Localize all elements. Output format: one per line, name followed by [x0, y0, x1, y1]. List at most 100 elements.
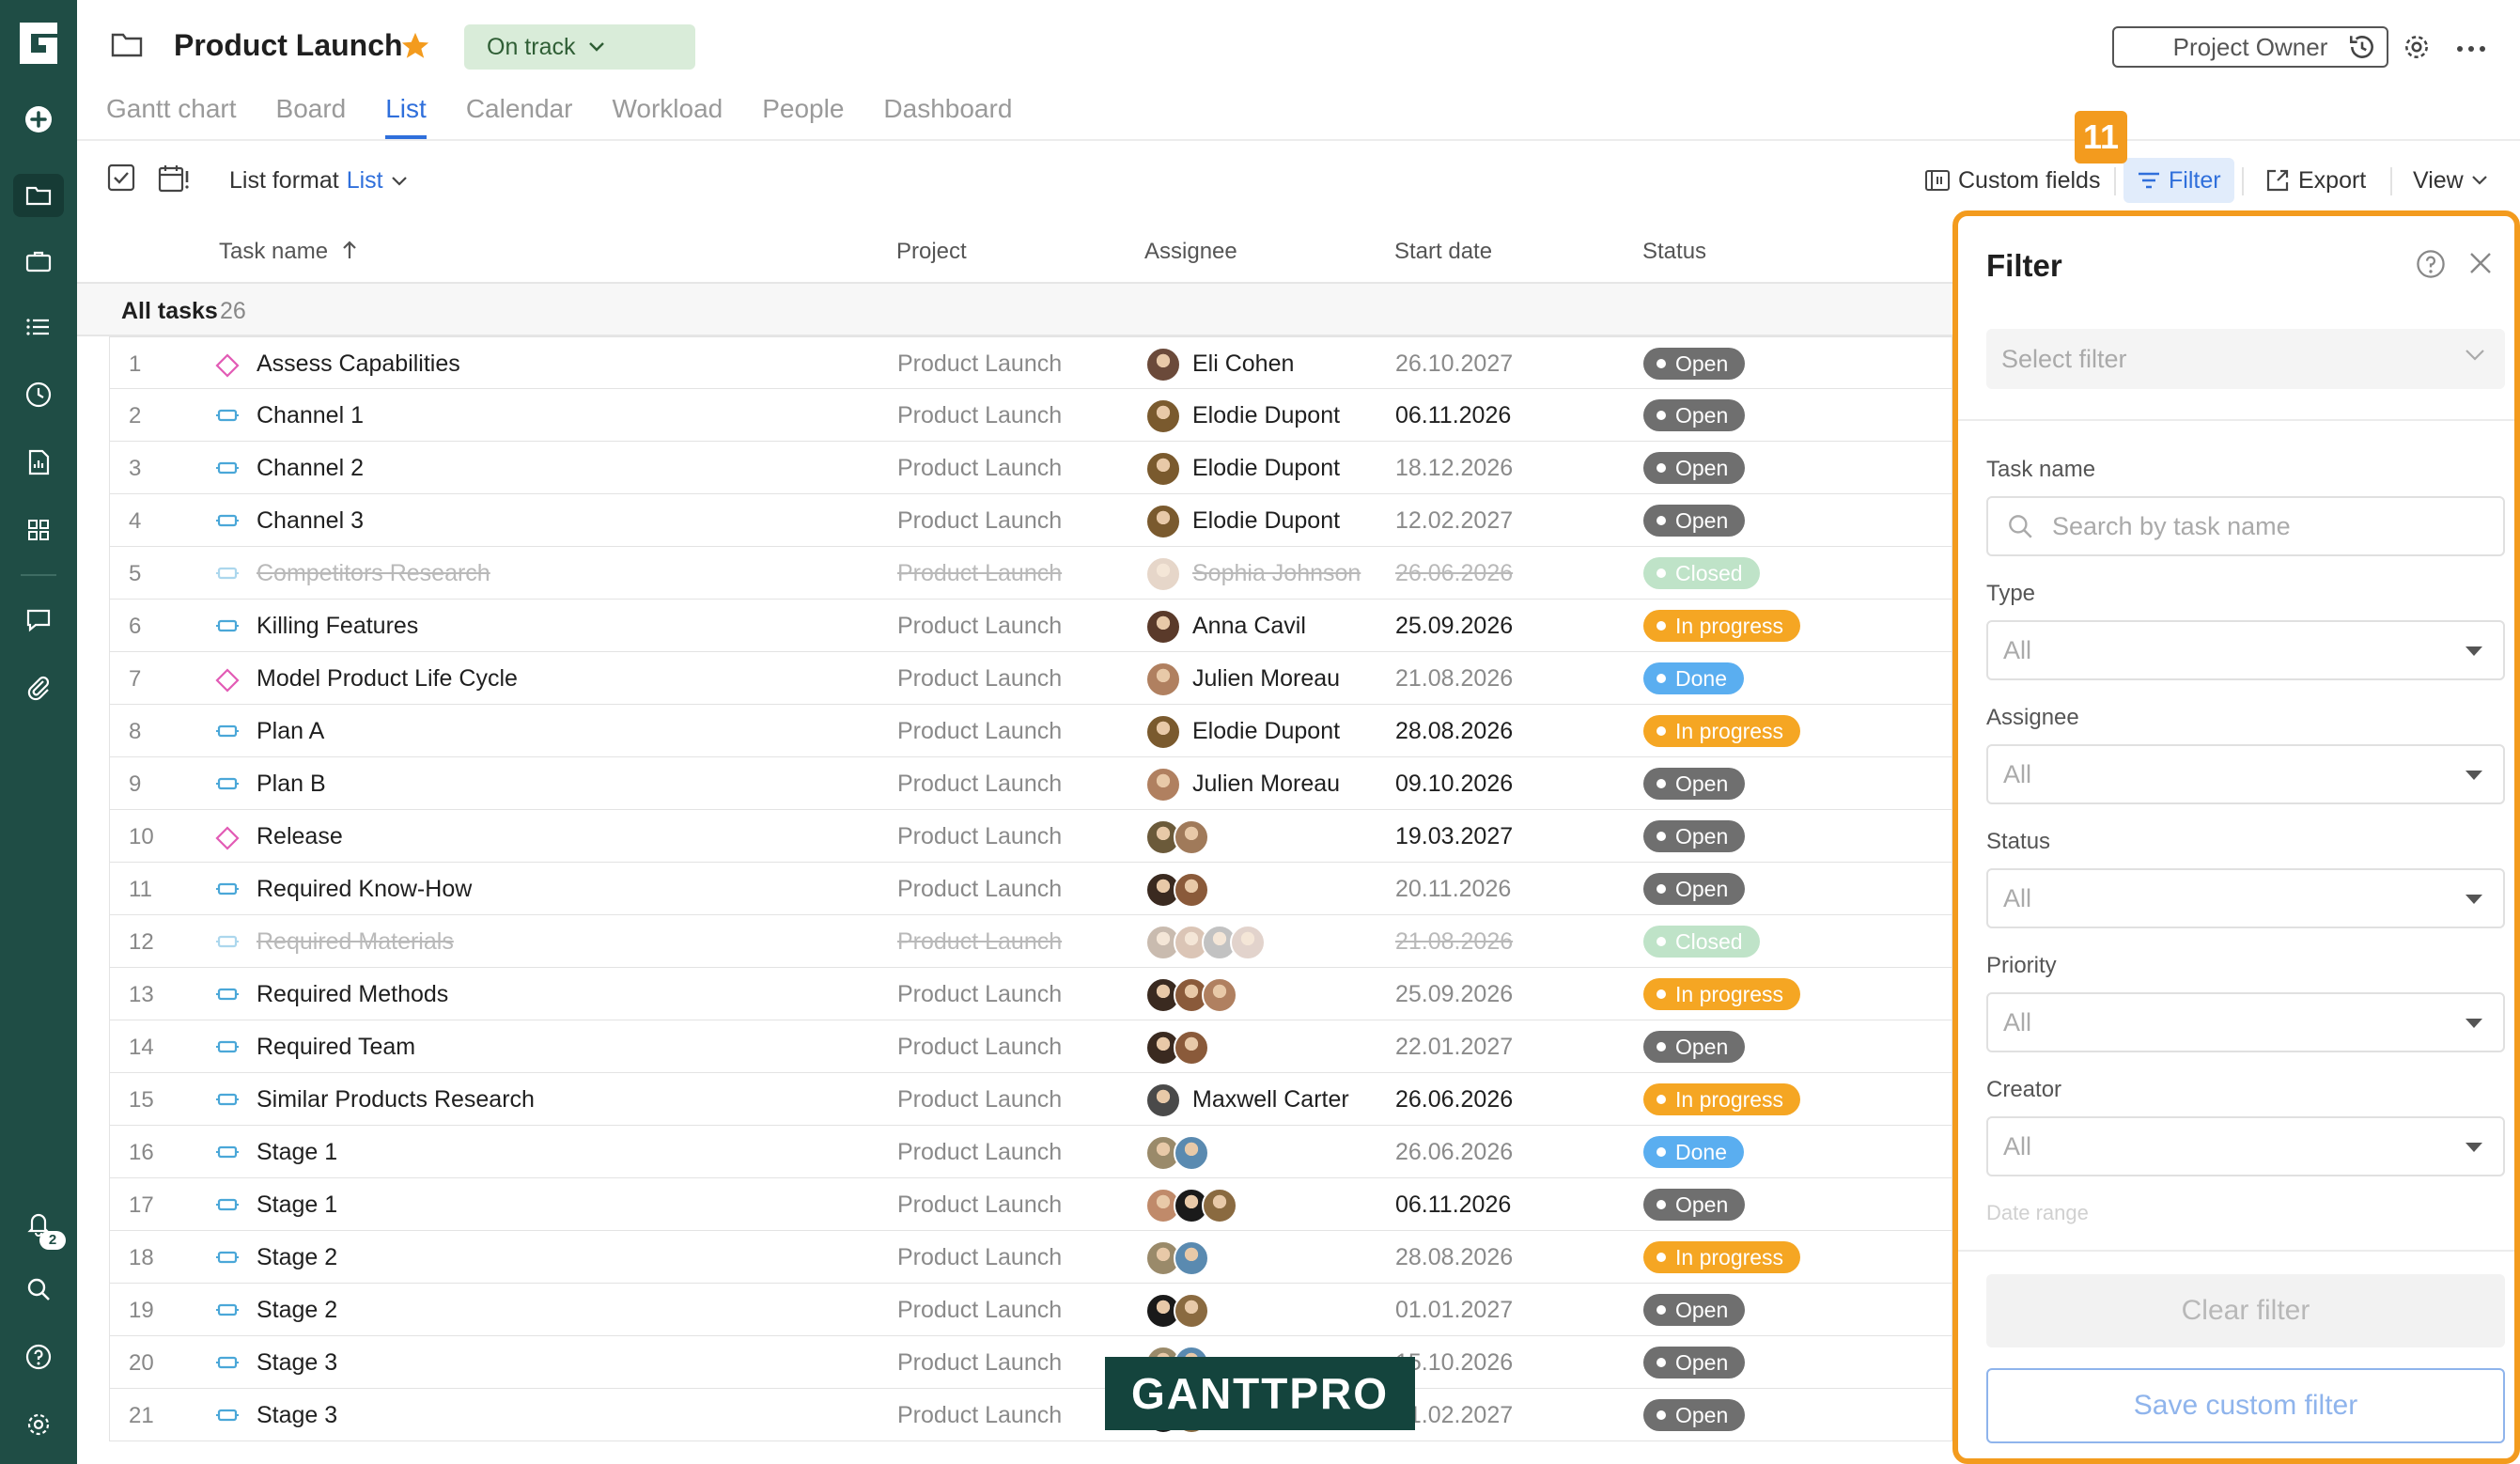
task-name[interactable]: Required Team: [257, 1034, 415, 1061]
task-name[interactable]: Similar Products Research: [257, 1086, 535, 1114]
priority-filter-select[interactable]: All: [1986, 992, 2505, 1052]
table-row[interactable]: 17 Stage 1 Product Launch 06.11.2026 Open: [109, 1178, 1952, 1231]
favorite-star-icon[interactable]: [399, 30, 431, 67]
assignee-avatars[interactable]: [1145, 1293, 1209, 1329]
task-name[interactable]: Channel 1: [257, 402, 364, 429]
task-name[interactable]: Required Know-How: [257, 876, 472, 903]
close-icon[interactable]: [2467, 250, 2494, 281]
tab-list[interactable]: List: [385, 94, 427, 139]
search-icon[interactable]: [20, 1270, 57, 1308]
calendar-deadline-icon[interactable]: [158, 164, 190, 198]
table-row[interactable]: 10 Release Product Launch 19.03.2027 Open: [109, 810, 1952, 863]
start-date[interactable]: 26.06.2026: [1395, 560, 1513, 587]
start-date[interactable]: 26.06.2026: [1395, 1139, 1513, 1166]
status-badge[interactable]: Open: [1643, 820, 1746, 852]
task-name[interactable]: Stage 3: [257, 1402, 337, 1429]
table-row[interactable]: 11 Required Know-How Product Launch 20.11.2…: [109, 863, 1952, 915]
tab-calendar[interactable]: Calendar: [466, 94, 573, 124]
assignee-avatars[interactable]: [1145, 925, 1266, 960]
assignee-avatars[interactable]: [1145, 977, 1237, 1013]
start-date[interactable]: 12.02.2027: [1395, 507, 1513, 535]
task-name[interactable]: Model Product Life Cycle: [257, 665, 518, 693]
my-tasks-list-icon[interactable]: [20, 308, 57, 346]
start-date[interactable]: 06.11.2026: [1395, 402, 1511, 429]
column-header-task-name[interactable]: Task name: [219, 239, 357, 265]
type-filter-select[interactable]: All: [1986, 620, 2505, 680]
table-row[interactable]: 14 Required Team Product Launch 22.01.2027 O…: [109, 1020, 1952, 1073]
assignee-avatars[interactable]: [1145, 1030, 1209, 1066]
status-badge[interactable]: In progress: [1643, 978, 1801, 1010]
task-name[interactable]: Plan B: [257, 771, 326, 798]
project-status-dropdown[interactable]: On track: [464, 24, 695, 70]
task-name[interactable]: Required Materials: [257, 928, 454, 956]
table-row[interactable]: 16 Stage 1 Product Launch 26.06.2026 Done: [109, 1126, 1952, 1178]
view-dropdown[interactable]: View: [2413, 158, 2488, 203]
list-format-dropdown[interactable]: List format List: [229, 167, 408, 195]
status-badge[interactable]: In progress: [1643, 715, 1801, 747]
table-row[interactable]: 19 Stage 2 Product Launch 01.01.2027 Open: [109, 1284, 1952, 1336]
task-name[interactable]: Stage 1: [257, 1139, 337, 1166]
table-row[interactable]: 21 Stage 3 Product Launch 21.02.2027 Open: [109, 1389, 1952, 1441]
custom-fields-button[interactable]: Custom fields: [1924, 158, 2100, 203]
assignee-avatars[interactable]: [1145, 1240, 1209, 1276]
task-name[interactable]: Assess Capabilities: [257, 350, 460, 378]
table-row[interactable]: 8 Plan A Product Launch Elodie Dupont 28.08.…: [109, 705, 1952, 757]
assignee-avatars[interactable]: [1145, 451, 1181, 487]
start-date[interactable]: 09.10.2026: [1395, 771, 1513, 798]
column-header-status[interactable]: Status: [1642, 239, 1706, 265]
table-row[interactable]: 6 Killing Features Product Launch Anna Cavi…: [109, 600, 1952, 652]
tab-people[interactable]: People: [762, 94, 844, 124]
saved-filter-select[interactable]: Select filter: [1986, 329, 2505, 389]
status-badge[interactable]: Open: [1643, 399, 1746, 431]
creator-filter-select[interactable]: All: [1986, 1116, 2505, 1176]
assignee-avatars[interactable]: [1145, 767, 1181, 802]
help-question-icon[interactable]: [20, 1338, 57, 1376]
tab-dashboard[interactable]: Dashboard: [883, 94, 1012, 124]
status-badge[interactable]: Closed: [1643, 557, 1760, 589]
table-row[interactable]: 12 Required Materials Product Launch 21.08.…: [109, 915, 1952, 968]
status-badge[interactable]: Closed: [1643, 926, 1760, 958]
reports-icon[interactable]: [20, 444, 57, 481]
status-badge[interactable]: Open: [1643, 505, 1746, 537]
assignee-avatars[interactable]: [1145, 1188, 1237, 1223]
apps-grid-icon[interactable]: [20, 511, 57, 549]
assignee-avatars[interactable]: [1145, 819, 1209, 855]
start-date[interactable]: 19.03.2027: [1395, 823, 1513, 850]
table-row[interactable]: 20 Stage 3 Product Launch 15.10.2026 Open: [109, 1336, 1952, 1389]
start-date[interactable]: 22.01.2027: [1395, 1034, 1513, 1061]
start-date[interactable]: 06.11.2026: [1395, 1191, 1511, 1219]
status-badge[interactable]: Done: [1643, 1136, 1744, 1168]
more-options-icon[interactable]: [2456, 41, 2486, 58]
task-name[interactable]: Release: [257, 823, 343, 850]
start-date[interactable]: 26.06.2026: [1395, 1086, 1513, 1114]
time-log-clock-icon[interactable]: [20, 376, 57, 413]
table-row[interactable]: 9 Plan B Product Launch Julien Moreau 09.10.…: [109, 757, 1952, 810]
assignee-avatars[interactable]: [1145, 1082, 1181, 1118]
table-row[interactable]: 3 Channel 2 Product Launch Elodie Dupont 18.…: [109, 442, 1952, 494]
project-settings-gear-icon[interactable]: [2402, 32, 2432, 67]
start-date[interactable]: 26.10.2027: [1395, 350, 1513, 378]
tab-workload[interactable]: Workload: [612, 94, 723, 124]
start-date[interactable]: 25.09.2026: [1395, 613, 1513, 640]
start-date[interactable]: 28.08.2026: [1395, 1244, 1513, 1271]
table-row[interactable]: 5 Competitors Research Product Launch Sophi…: [109, 547, 1952, 600]
assignee-avatars[interactable]: [1145, 504, 1181, 539]
tab-gantt-chart[interactable]: Gantt chart: [106, 94, 237, 124]
comments-chat-icon[interactable]: [20, 601, 57, 639]
table-row[interactable]: 15 Similar Products Research Product Launc…: [109, 1073, 1952, 1126]
task-group-header[interactable]: All tasks 26: [77, 284, 1952, 336]
column-header-start-date[interactable]: Start date: [1394, 239, 1492, 265]
start-date[interactable]: 21.08.2026: [1395, 928, 1513, 956]
select-all-checkbox-icon[interactable]: [107, 164, 135, 196]
task-name[interactable]: Competitors Research: [257, 560, 490, 587]
assignee-avatars[interactable]: [1145, 662, 1181, 697]
task-name[interactable]: Stage 1: [257, 1191, 337, 1219]
filter-button[interactable]: Filter: [2123, 158, 2234, 203]
start-date[interactable]: 21.08.2026: [1395, 665, 1513, 693]
start-date[interactable]: 18.12.2026: [1395, 455, 1513, 482]
task-name[interactable]: Stage 3: [257, 1349, 337, 1377]
status-badge[interactable]: Open: [1643, 768, 1746, 800]
table-row[interactable]: 18 Stage 2 Product Launch 28.08.2026 In prog…: [109, 1231, 1952, 1284]
start-date[interactable]: 01.01.2027: [1395, 1297, 1513, 1324]
status-badge[interactable]: Open: [1643, 1347, 1746, 1378]
